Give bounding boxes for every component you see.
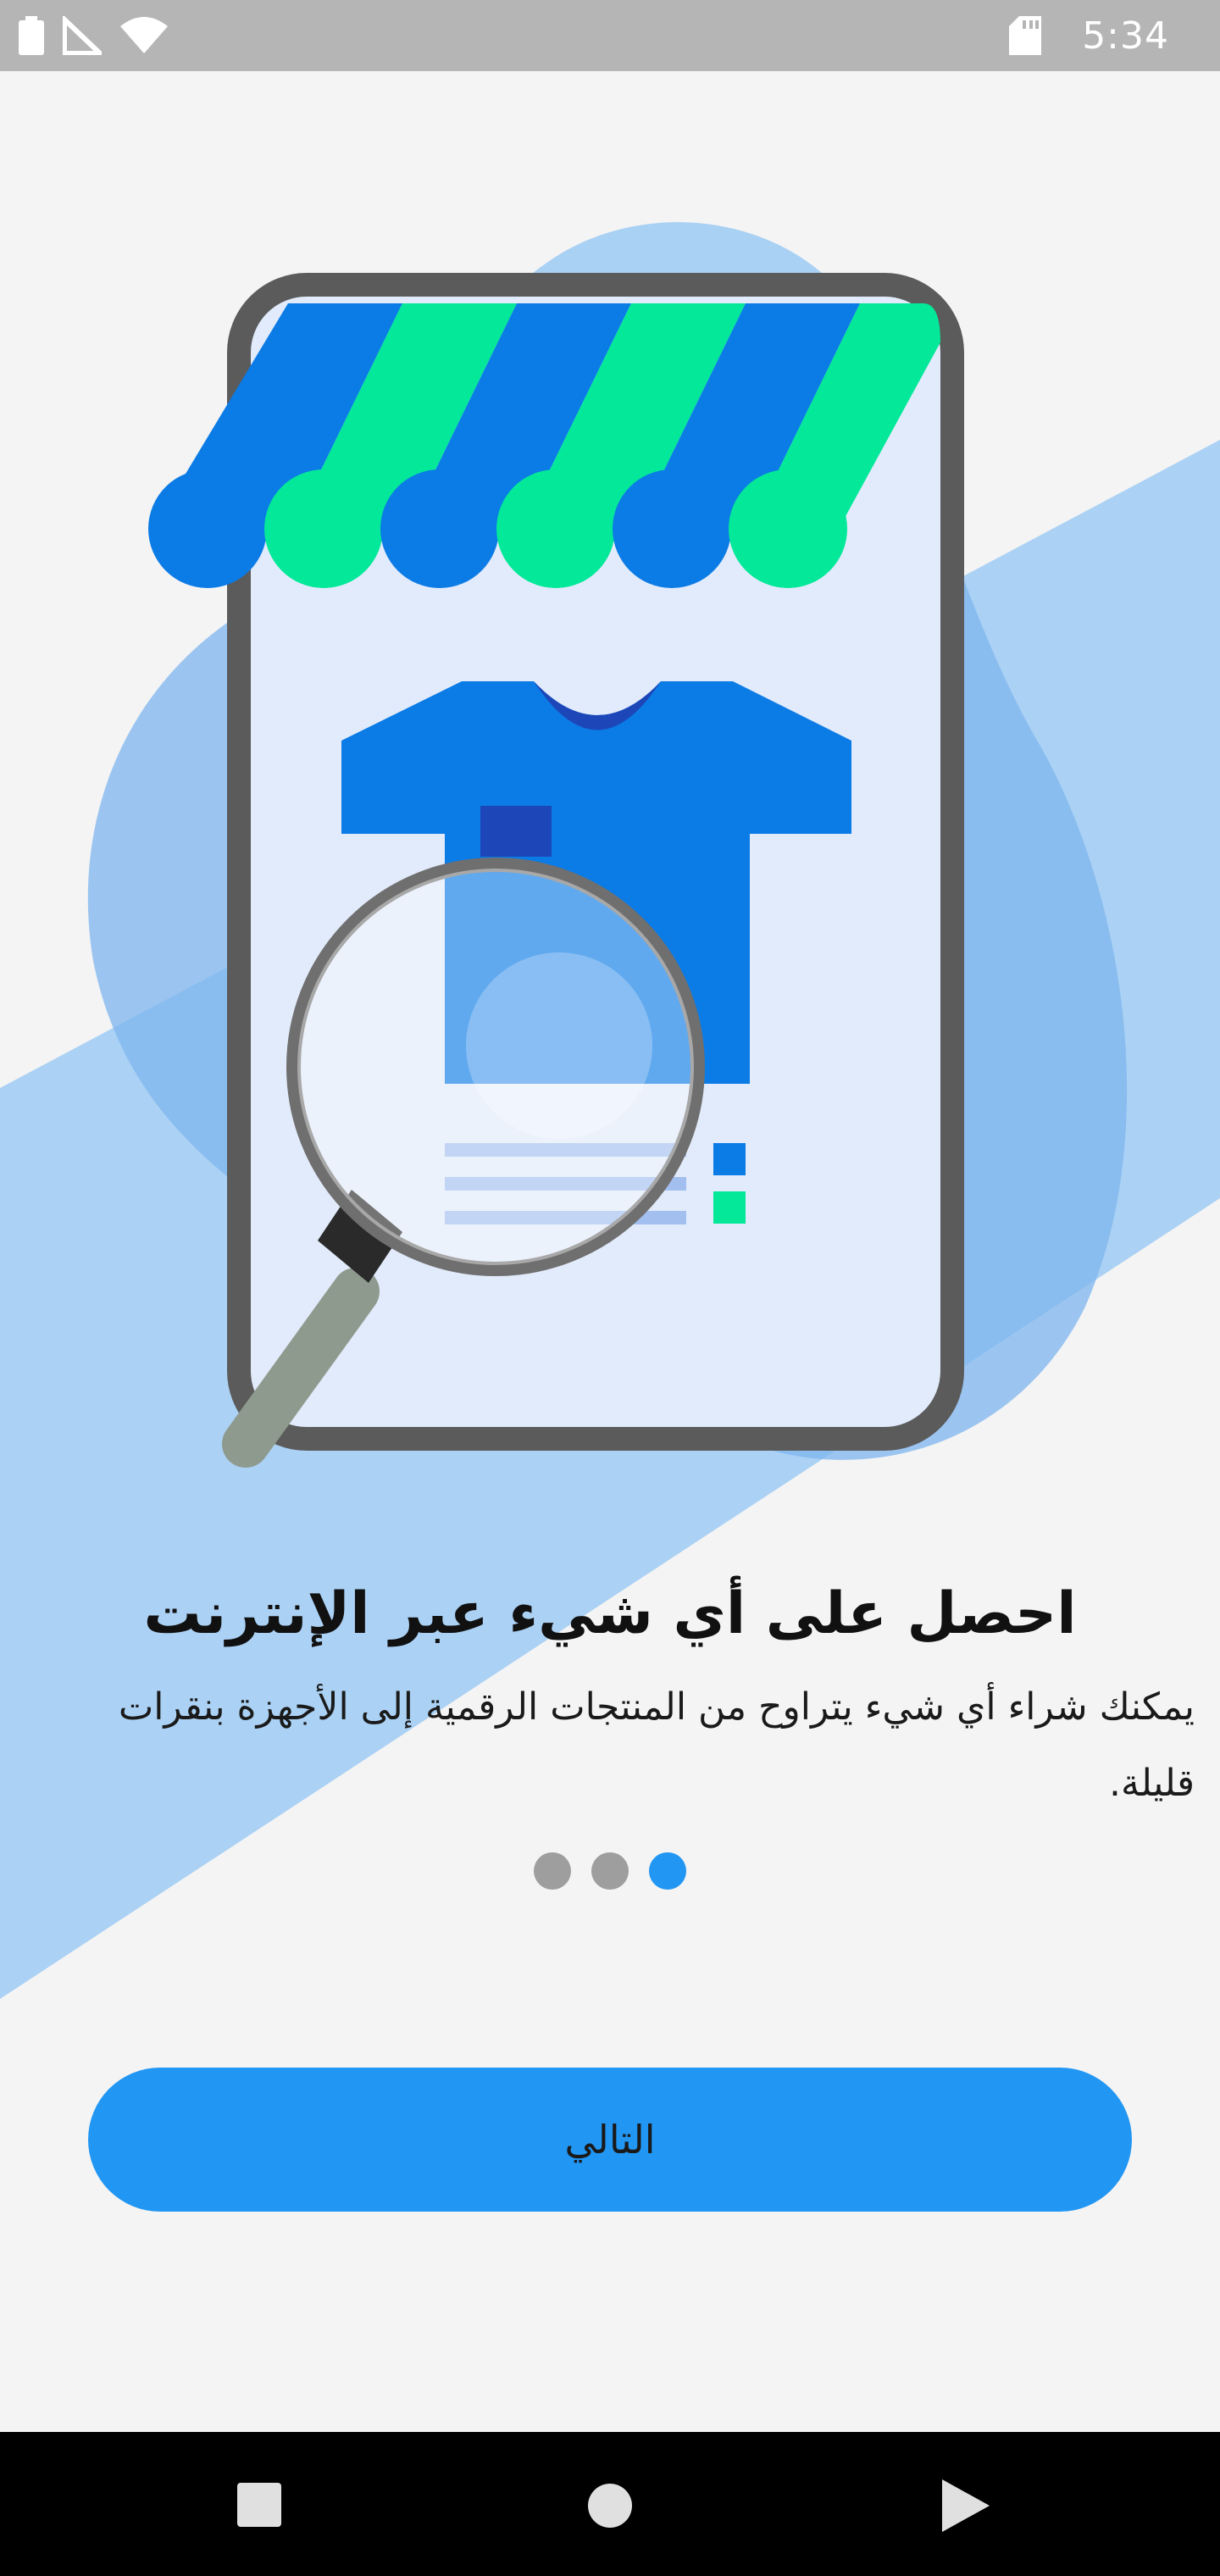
status-icons-left	[19, 15, 168, 56]
status-icons-right: 5:34	[1009, 0, 1169, 71]
onboarding-title: احصل على أي شيء عبر الإنترنت	[143, 1580, 1077, 1647]
page-dot-1[interactable]	[534, 1852, 571, 1890]
status-time: 5:34	[1082, 14, 1169, 58]
battery-icon	[19, 16, 44, 55]
onboarding-description: يمكنك شراء أي شيء يتراوح من المنتجات الر…	[118, 1685, 1195, 1805]
signal-icon	[63, 16, 102, 55]
sd-card-icon	[1009, 16, 1042, 55]
next-button-label: التالي	[564, 2117, 656, 2162]
back-triangle-icon[interactable]	[942, 2479, 990, 2532]
page-dot-2[interactable]	[591, 1852, 629, 1890]
home-circle-icon[interactable]	[587, 2483, 633, 2529]
next-button[interactable]: التالي	[88, 2068, 1132, 2212]
wifi-icon	[120, 17, 168, 53]
recents-square-icon[interactable]	[237, 2483, 281, 2527]
page-dot-3-active[interactable]	[649, 1852, 686, 1890]
status-bar: 5:34	[0, 0, 1220, 71]
page-indicator	[0, 1852, 1220, 1891]
navigation-bar	[0, 2432, 1220, 2576]
